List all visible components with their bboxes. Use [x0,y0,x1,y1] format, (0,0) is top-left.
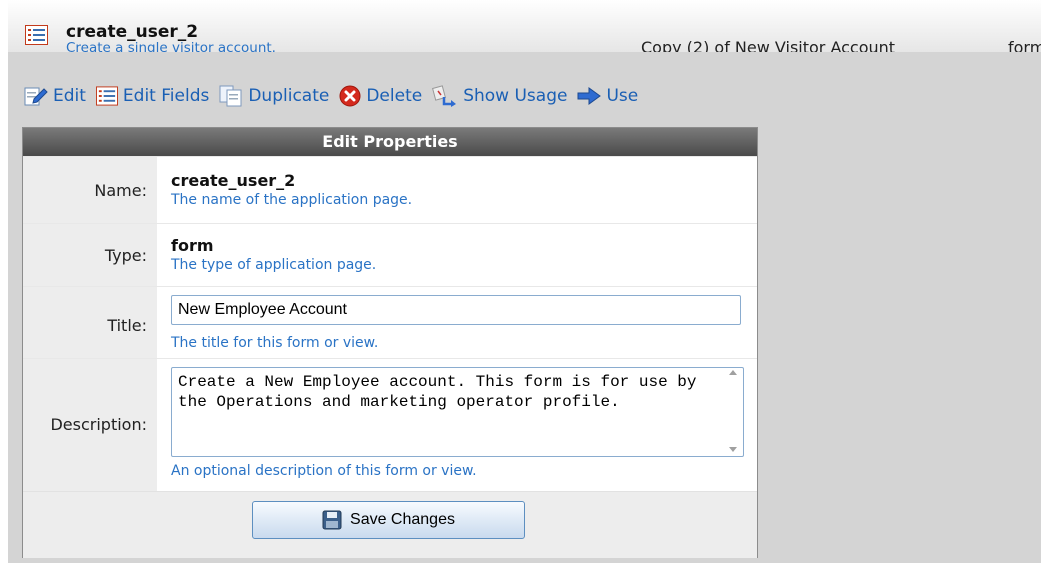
description-help: An optional description of this form or … [171,463,477,479]
delete-icon [339,85,361,107]
use-button[interactable]: Use [577,86,638,106]
edit-properties-panel: Edit Properties Name: create_user_2 The … [22,127,758,558]
fields-icon [95,86,118,106]
description-label: Description: [50,415,147,434]
duplicate-icon [219,85,242,107]
edit-label: Edit [53,86,86,106]
duplicate-button[interactable]: Duplicate [219,85,329,107]
delete-label: Delete [366,86,423,106]
show-usage-button[interactable]: Show Usage [432,85,567,107]
description-textarea[interactable]: Create a New Employee account. This form… [171,367,744,457]
show-usage-label: Show Usage [463,86,568,106]
arrow-right-icon [577,87,602,105]
name-label: Name: [94,181,147,200]
usage-icon [432,85,457,107]
action-toolbar: Edit Edit Fields Duplicate Delete Show U… [24,82,648,110]
use-label: Use [606,86,639,106]
panel-footer: Save Changes [23,491,757,558]
title-help: The title for this form or view. [171,335,379,351]
floppy-disk-icon [322,510,342,530]
title-input[interactable] [171,295,741,325]
edit-fields-label: Edit Fields [122,86,210,106]
panel-heading: Edit Properties [23,128,757,156]
edit-icon [24,87,48,106]
type-value: form [171,236,214,255]
save-changes-label: Save Changes [350,511,455,528]
form-icon [25,25,48,45]
duplicate-label: Duplicate [248,86,330,106]
scroll-up-icon[interactable] [729,370,737,375]
page-header: create_user_2 Create a single visitor ac… [8,0,1041,57]
edit-button[interactable]: Edit [24,85,86,107]
type-help: The type of application page. [171,257,377,273]
title-label: Title: [107,316,147,335]
edit-fields-button[interactable]: Edit Fields [95,86,210,106]
delete-button[interactable]: Delete [339,85,422,107]
type-row: Type: form The type of application page. [23,223,757,287]
name-row: Name: create_user_2 The name of the appl… [23,156,757,224]
scroll-down-icon[interactable] [729,447,737,452]
description-row: Description: Create a New Employee accou… [23,358,757,492]
name-value: create_user_2 [171,171,296,190]
page-name: create_user_2 [66,22,199,42]
save-changes-button[interactable]: Save Changes [252,501,525,539]
description-scrollbar[interactable] [724,368,743,456]
name-help: The name of the application page. [171,192,413,208]
type-label: Type: [104,246,147,265]
title-row: Title: The title for this form or view. [23,286,757,359]
